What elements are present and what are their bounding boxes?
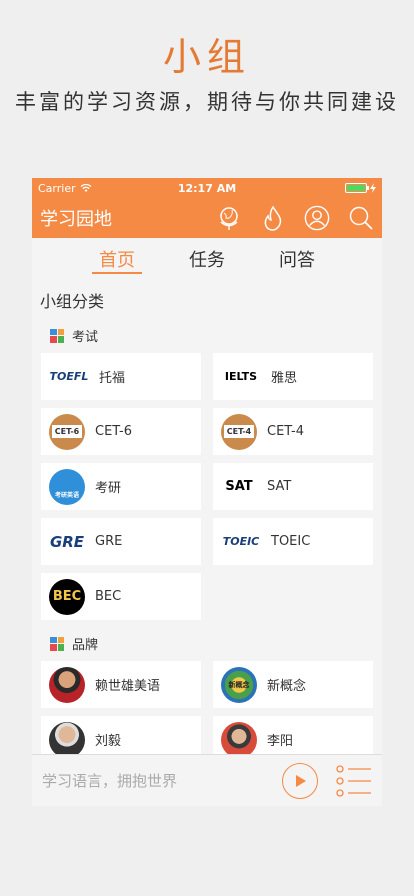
status-bar: Carrier 12:17 AM — [32, 178, 382, 198]
group-card-laishixiong[interactable]: 赖世雄美语 — [41, 661, 201, 708]
group-label: CET-4 — [267, 424, 305, 439]
toefl-logo-icon: TOEFL — [49, 358, 89, 395]
category-label: 品牌 — [72, 638, 99, 653]
avatar — [49, 666, 85, 703]
phone-screen: Carrier 12:17 AM 学习园地 首页 任务 问答 小组分类 考试 T… — [32, 178, 382, 806]
group-label: TOEIC — [271, 534, 311, 549]
nav-title: 学习园地 — [40, 209, 112, 230]
status-time: 12:17 AM — [177, 181, 237, 195]
group-card-sat[interactable]: SAT SAT — [213, 463, 373, 510]
group-label: 李阳 — [267, 734, 294, 749]
brand-grid: 赖世雄美语 新概念 新概念 刘毅 李阳 — [32, 661, 382, 763]
cet4-logo-icon: CET-4 — [221, 413, 257, 450]
avatar — [49, 721, 85, 758]
group-label: SAT — [267, 479, 292, 494]
group-card-toeic[interactable]: TOEIC TOEIC — [213, 518, 373, 565]
tab-home[interactable]: 首页 — [72, 238, 162, 280]
group-label: 雅思 — [271, 371, 298, 386]
bottom-bar: 学习语言，拥抱世界 — [32, 754, 382, 806]
category-icon — [50, 636, 64, 651]
group-card-cet4[interactable]: CET-4 CET-4 — [213, 408, 373, 455]
group-card-gre[interactable]: GRE GRE — [41, 518, 201, 565]
group-card-cet6[interactable]: CET-6 CET-6 — [41, 408, 201, 455]
group-label: 新概念 — [267, 679, 307, 694]
group-label: 托福 — [99, 371, 126, 386]
slogan-text: 学习语言，拥抱世界 — [42, 772, 178, 790]
group-card-kaoyan[interactable]: 考研英语 考研 — [41, 463, 201, 510]
category-icon — [50, 328, 64, 343]
list-icon — [336, 764, 371, 797]
group-label: CET-6 — [95, 424, 133, 439]
xingainian-logo-icon: 新概念 — [221, 666, 257, 703]
group-card-xingainian[interactable]: 新概念 新概念 — [213, 661, 373, 708]
play-icon — [296, 774, 306, 787]
hero-subtitle: 丰富的学习资源，期待与你共同建设 — [15, 90, 399, 114]
battery-icon — [345, 183, 369, 193]
fire-icon[interactable] — [260, 205, 286, 231]
category-header-brand: 品牌 — [32, 620, 382, 661]
cet6-logo-icon: CET-6 — [49, 413, 85, 450]
navbar: 学习园地 — [32, 198, 382, 238]
ielts-logo-icon: IELTS — [221, 358, 261, 395]
group-label: 赖世雄美语 — [95, 679, 161, 694]
avatar — [221, 721, 257, 758]
sat-logo-icon: SAT — [221, 468, 257, 505]
globe-icon[interactable] — [216, 205, 242, 231]
group-card-bec[interactable]: BEC BEC — [41, 573, 201, 620]
search-icon[interactable] — [348, 205, 374, 231]
category-label: 考试 — [72, 330, 99, 345]
exam-grid: TOEFL 托福 IELTS 雅思 CET-6 CET-6 CET-4 CET-… — [32, 353, 382, 620]
gre-logo-icon: GRE — [49, 523, 85, 560]
group-card-ielts[interactable]: IELTS 雅思 — [213, 353, 373, 400]
category-header-exam: 考试 — [32, 318, 382, 353]
tab-qa[interactable]: 问答 — [252, 238, 342, 280]
toeic-logo-icon: TOEIC — [221, 523, 261, 560]
playlist-button[interactable] — [336, 763, 372, 799]
tab-tasks[interactable]: 任务 — [162, 238, 252, 280]
play-button[interactable] — [282, 762, 318, 799]
tab-bar: 首页 任务 问答 — [32, 238, 382, 280]
kaoyan-logo-icon: 考研英语 — [49, 468, 85, 505]
group-label: GRE — [95, 534, 123, 549]
profile-icon[interactable] — [304, 205, 330, 231]
hero-title: 小组 — [162, 35, 251, 79]
group-label: 刘毅 — [95, 734, 122, 749]
group-card-toefl[interactable]: TOEFL 托福 — [41, 353, 201, 400]
group-label: BEC — [95, 589, 122, 604]
section-title: 小组分类 — [40, 292, 105, 311]
bec-logo-icon: BEC — [49, 578, 85, 615]
group-label: 考研 — [95, 481, 122, 496]
